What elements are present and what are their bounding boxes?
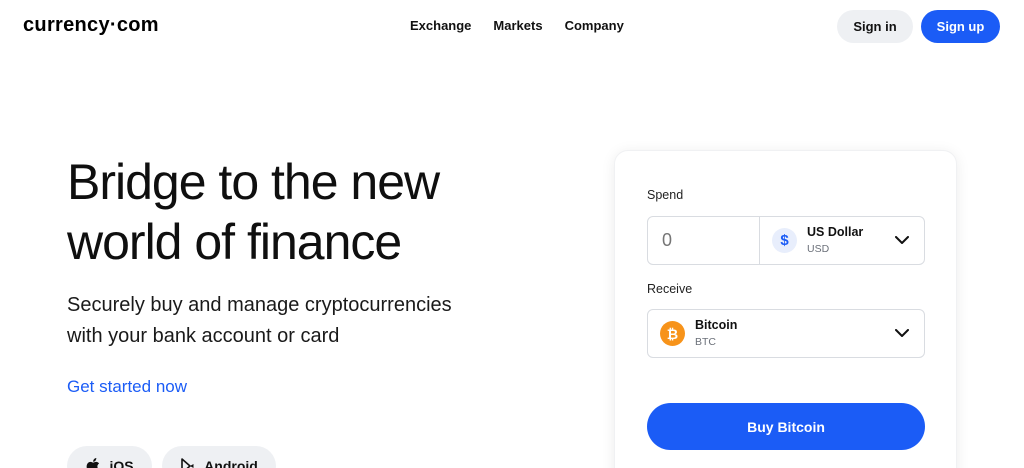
get-started-link[interactable]: Get started now [67,377,187,397]
hero-title-line-1: Bridge to the new [67,154,440,210]
chevron-down-icon [894,326,910,342]
chevron-down-icon [894,233,910,249]
play-store-icon [180,458,196,468]
receive-currency-text: Bitcoin BTC [695,318,894,350]
logo[interactable]: currency·com [23,14,159,37]
apple-icon [85,458,101,468]
buy-bitcoin-button[interactable]: Buy Bitcoin [647,403,925,450]
nav-company[interactable]: Company [565,18,624,33]
hero-subtitle: Securely buy and manage cryptocurrencies… [67,290,497,352]
spend-currency-text: US Dollar USD [807,225,894,257]
bitcoin-icon: ₿ [660,321,685,346]
spend-field: $ US Dollar USD [647,216,925,265]
sign-in-button[interactable]: Sign in [837,10,913,43]
spend-currency-name: US Dollar [807,224,864,239]
spend-currency-select[interactable]: $ US Dollar USD [760,217,924,264]
nav-exchange[interactable]: Exchange [410,18,471,33]
spend-amount-input[interactable] [648,217,760,264]
receive-currency-code: BTC [695,335,716,348]
receive-label: Receive [647,282,693,296]
receive-currency-name: Bitcoin [695,317,738,332]
dollar-icon: $ [772,228,797,253]
hero-subtitle-line-1: Securely buy and manage cryptocurrencies [67,294,452,316]
spend-currency-code: USD [807,242,830,255]
ios-app-button[interactable]: iOS [67,446,152,468]
sign-up-button[interactable]: Sign up [921,10,1000,43]
main-nav: Exchange Markets Company [410,18,624,33]
hero-subtitle-line-2: with your bank account or card [67,325,340,347]
nav-markets[interactable]: Markets [493,18,542,33]
spend-label: Spend [647,188,684,202]
hero-title-line-2: world of finance [67,214,402,270]
hero-title: Bridge to the new world of finance [67,152,537,272]
android-app-button[interactable]: Android [162,446,276,468]
android-label: Android [204,458,258,468]
ios-label: iOS [109,458,134,468]
receive-currency-select[interactable]: ₿ Bitcoin BTC [647,309,925,358]
buy-widget-card: Spend $ US Dollar USD Receive ₿ Bitcoin … [614,150,957,468]
